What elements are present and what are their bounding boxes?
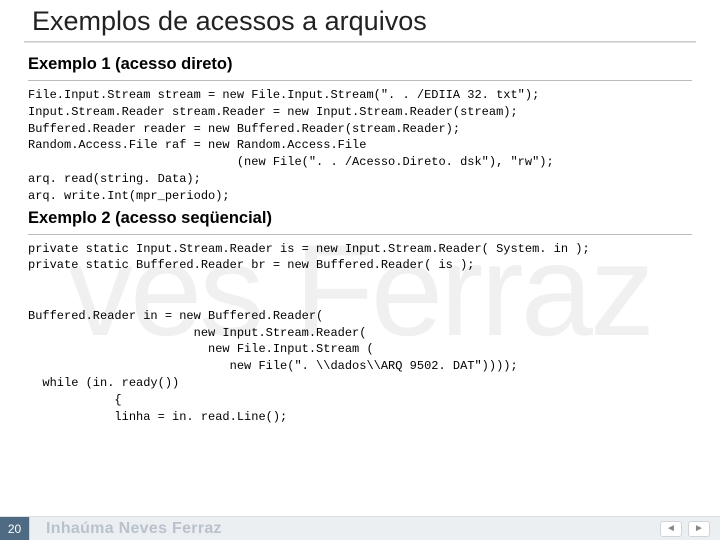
slide-body: Exemplo 1 (acesso direto) File.Input.Str… (24, 49, 696, 425)
title-rule (24, 41, 696, 43)
divider (28, 234, 692, 235)
code-block-2: private static Input.Stream.Reader is = … (28, 241, 692, 426)
page-number-badge: 20 (0, 517, 30, 540)
nav-prev-button[interactable]: ◄ (660, 521, 682, 537)
nav-next-button[interactable]: ► (688, 521, 710, 537)
divider (28, 80, 692, 81)
footer-author: Inhaúma Neves Ferraz (30, 520, 660, 538)
code-block-1: File.Input.Stream stream = new File.Inpu… (28, 87, 692, 205)
heading-example-2: Exemplo 2 (acesso seqüencial) (28, 209, 692, 228)
nav-controls: ◄ ► (660, 521, 720, 537)
slide-content: Exemplos de acessos a arquivos Exemplo 1… (0, 0, 720, 540)
footer-bar: 20 Inhaúma Neves Ferraz ◄ ► (0, 516, 720, 540)
page-title: Exemplos de acessos a arquivos (24, 6, 696, 41)
heading-example-1: Exemplo 1 (acesso direto) (28, 55, 692, 74)
